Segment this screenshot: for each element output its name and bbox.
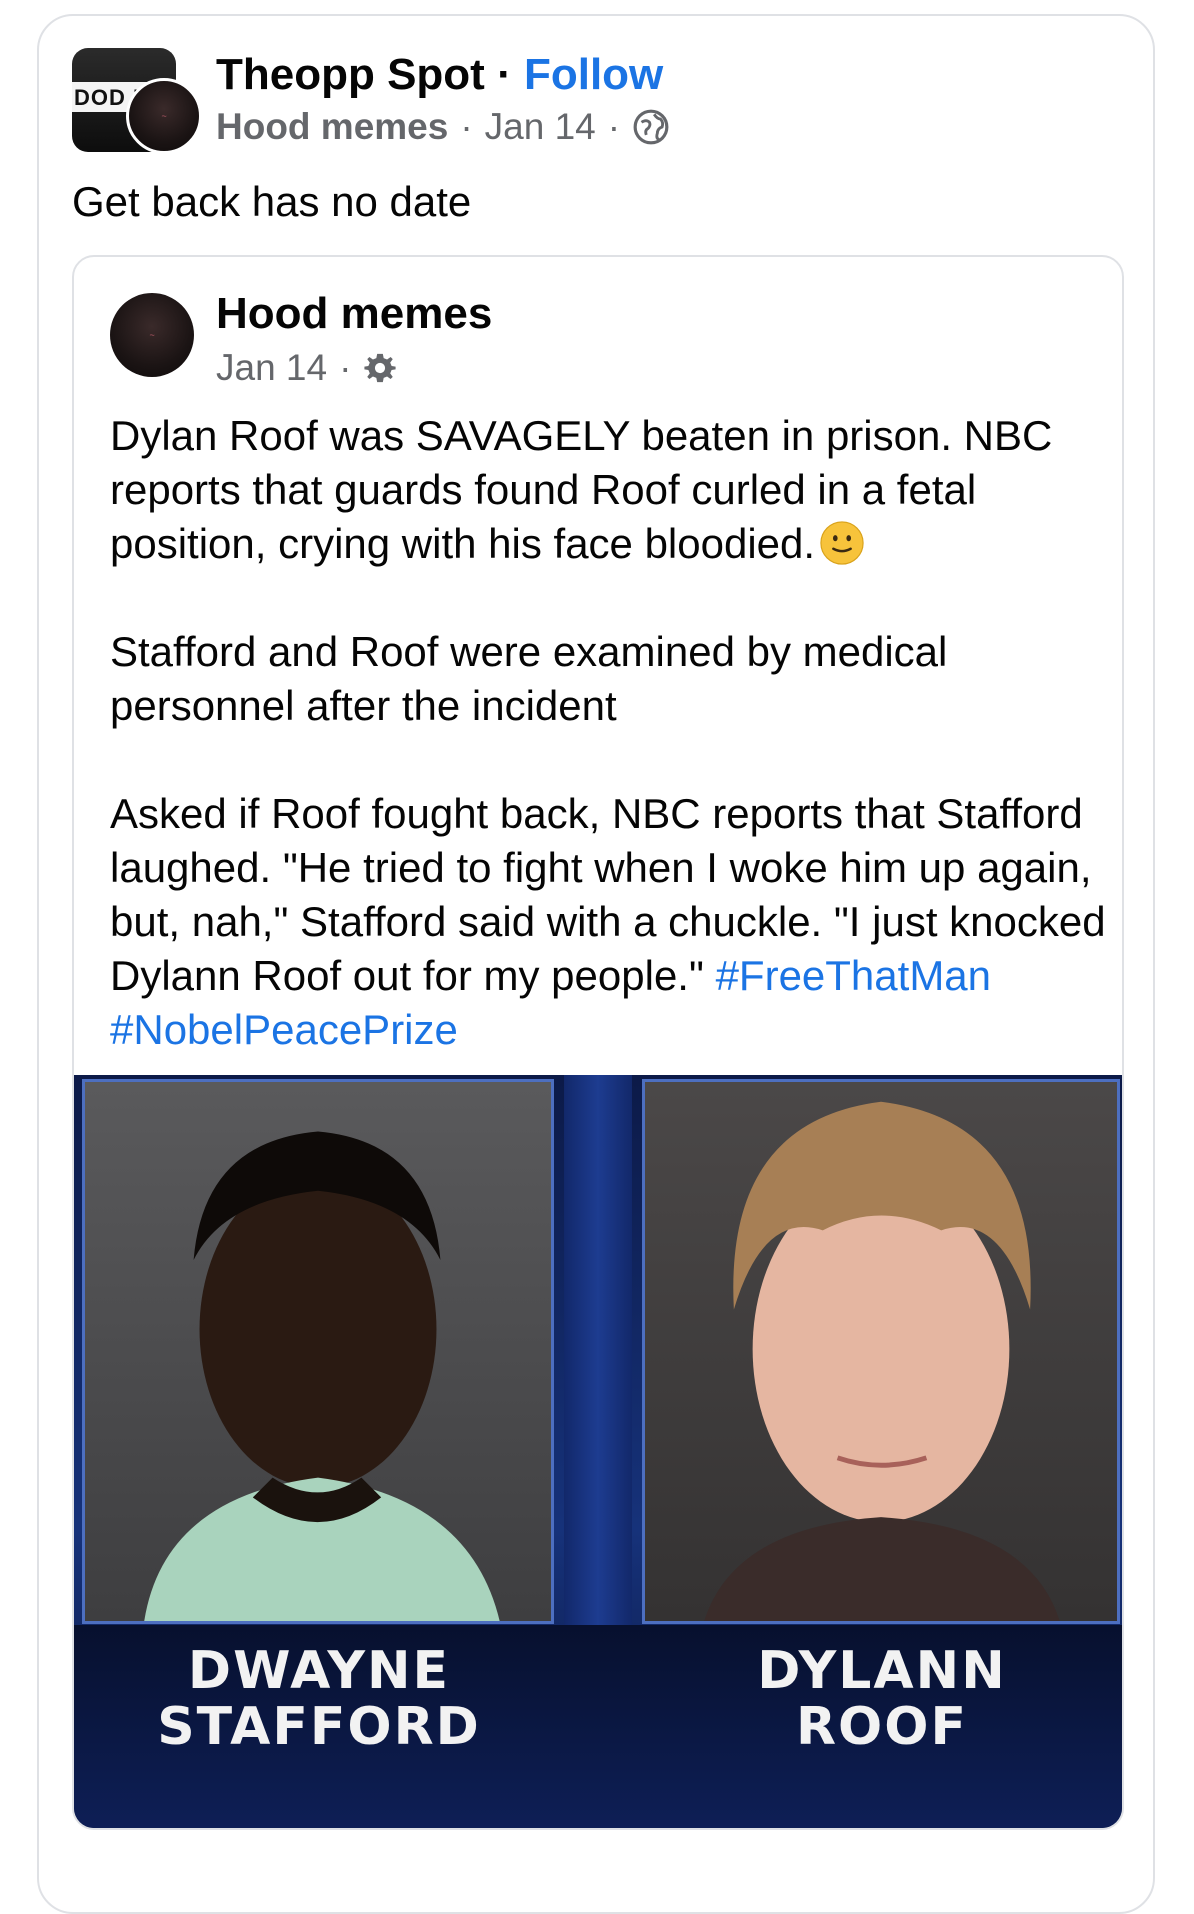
mugshot-left [82, 1079, 554, 1624]
header-separator: · [497, 50, 512, 99]
post-date[interactable]: Jan 14 [485, 106, 596, 148]
post-text: Get back has no date [72, 178, 472, 225]
caption-left: DWAYNE STAFFORD [157, 1641, 481, 1757]
shared-meta: Jan 14 · [216, 347, 397, 389]
shared-post-card[interactable]: ~ Hood memes Jan 14 · Dylan Roof was SAV… [72, 255, 1124, 1830]
paragraph-3: Asked if Roof fought back, NBC reports t… [110, 790, 1106, 1053]
mugshot-right [642, 1079, 1120, 1624]
user-avatar[interactable]: ~ [126, 78, 202, 154]
paragraph-2: Stafford and Roof were examined by medic… [110, 628, 948, 729]
follow-button[interactable]: Follow [524, 50, 663, 99]
globe-icon[interactable] [632, 108, 670, 146]
shared-meta-separator: · [339, 347, 352, 388]
post-header: Theopp Spot · Follow [216, 50, 663, 100]
shared-post-body: Dylan Roof was SAVAGELY beaten in prison… [110, 409, 1110, 1057]
shared-author-name[interactable]: Hood memes [216, 289, 492, 339]
avatar-group[interactable]: DOD N ~ [72, 48, 202, 154]
shared-avatar[interactable]: ~ [110, 293, 194, 377]
news-image[interactable]: DWAYNE STAFFORD DYLANN ROOF [74, 1075, 1122, 1828]
group-name-link[interactable]: Hood memes [216, 106, 448, 148]
paragraph-1: Dylan Roof was SAVAGELY beaten in prison… [110, 412, 1053, 567]
author-name[interactable]: Theopp Spot [216, 50, 485, 99]
shared-date[interactable]: Jan 14 [216, 347, 327, 389]
meta-separator-2: · [607, 106, 621, 147]
hashtag-nobel-peace-prize[interactable]: #NobelPeacePrize [110, 1006, 458, 1053]
hashtag-free-that-man[interactable]: #FreeThatMan [716, 952, 991, 999]
post-meta: Hood memes · Jan 14 · [216, 106, 670, 148]
caption-right: DYLANN ROOF [757, 1641, 1007, 1757]
meta-separator: · [460, 106, 473, 147]
slightly-smiling-face-icon [820, 521, 864, 565]
gear-icon[interactable] [363, 351, 397, 385]
